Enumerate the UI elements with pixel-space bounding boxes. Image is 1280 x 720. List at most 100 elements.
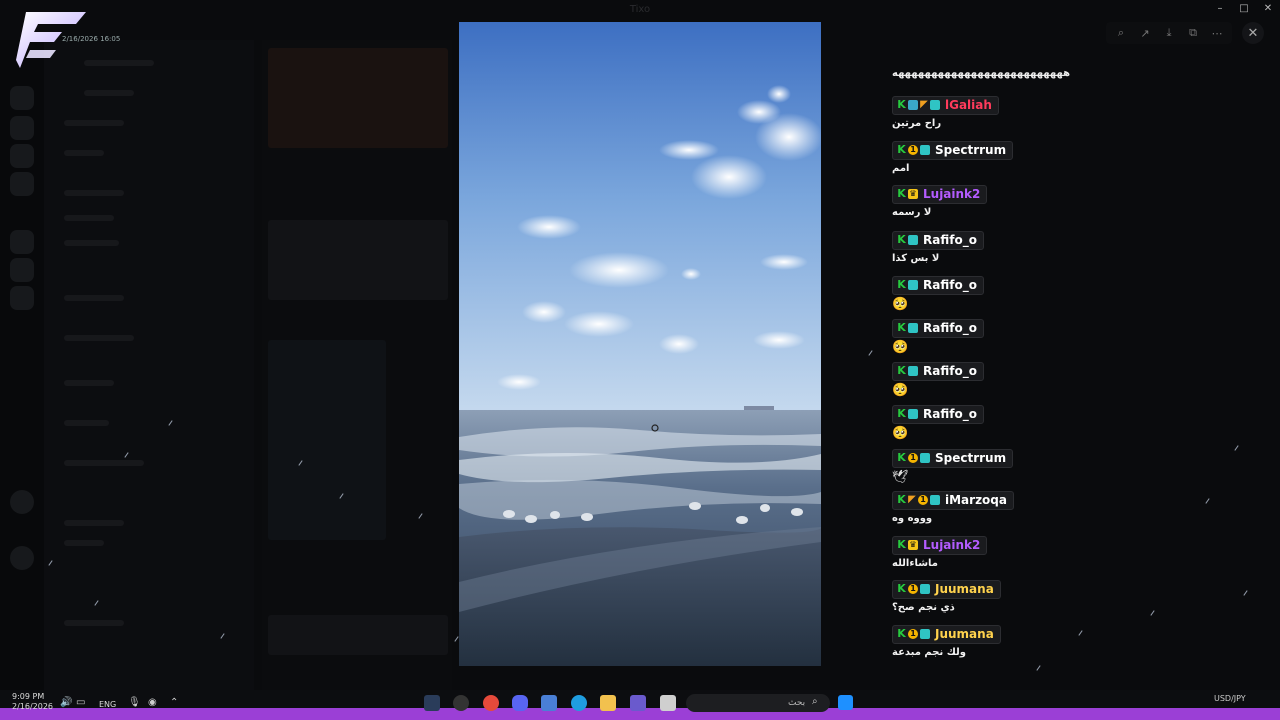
- steam-icon[interactable]: [424, 695, 440, 711]
- shield-icon[interactable]: ◉: [148, 697, 157, 708]
- mod-badge-icon: K: [897, 143, 906, 156]
- chat-username[interactable]: Rafifo_o: [923, 233, 977, 247]
- microphone-icon[interactable]: 🎙: [128, 697, 141, 708]
- chat-username[interactable]: Rafifo_o: [923, 321, 977, 335]
- window-close-icon[interactable]: ✕: [1256, 2, 1280, 16]
- server-icon[interactable]: [10, 86, 34, 110]
- chat-message: K ◤ lGaliah راح مرتين: [892, 93, 999, 132]
- sub-badge-icon: [920, 584, 930, 594]
- more-icon[interactable]: ⋯: [1206, 22, 1228, 44]
- coin-badge-icon: 1: [908, 584, 918, 594]
- chat-user-tag[interactable]: K Rafifo_o: [892, 275, 984, 295]
- chat-user-tag[interactable]: K 1 Spectrrum: [892, 448, 1014, 468]
- chevron-up-icon[interactable]: ⌃: [170, 697, 178, 708]
- chat-username[interactable]: Juumana: [935, 582, 994, 596]
- chat-message: K Rafifo_o 🥺: [892, 359, 984, 398]
- clock-time: 9:09 PM: [12, 692, 45, 701]
- sub-badge-icon: [920, 629, 930, 639]
- chat-username[interactable]: Spectrrum: [935, 143, 1006, 157]
- chat-user-tag[interactable]: K Rafifo_o: [892, 361, 984, 381]
- server-icon[interactable]: [10, 546, 34, 570]
- chat-user-tag[interactable]: K ◤ 1 iMarzoqa: [892, 490, 1014, 510]
- chat-username[interactable]: Lujaink2: [923, 187, 980, 201]
- chat-message: K Rafifo_o لا بس كذا: [892, 228, 984, 267]
- chat-message-text: ولك نجم مبدعة: [892, 646, 966, 658]
- taskbar-clock[interactable]: 9:09 PM 2/16/2026: [12, 692, 53, 712]
- chat-user-tag[interactable]: K 1 Spectrrum: [892, 140, 1014, 160]
- server-icon[interactable]: [10, 144, 34, 168]
- chat-message: K 1 Spectrrum 🕊: [892, 446, 1014, 485]
- notepad-icon[interactable]: [660, 695, 676, 711]
- search-placeholder: بحث: [788, 698, 806, 708]
- server-icon[interactable]: [10, 230, 34, 254]
- clock-date: 2/16/2026: [12, 702, 54, 711]
- coin-badge-icon: 1: [918, 495, 928, 505]
- chat-username[interactable]: Rafifo_o: [923, 364, 977, 378]
- network-icon[interactable]: ▭: [76, 697, 85, 708]
- sub-badge-icon: [930, 100, 940, 110]
- chat-username[interactable]: iMarzoqa: [945, 493, 1007, 507]
- volume-icon[interactable]: 🔊: [60, 697, 72, 708]
- server-icon[interactable]: [10, 116, 34, 140]
- discord-icon[interactable]: [512, 695, 528, 711]
- chat-username[interactable]: Rafifo_o: [923, 407, 977, 421]
- taskbar-search[interactable]: [686, 694, 830, 712]
- flag-badge-icon: ◤: [908, 494, 916, 505]
- chat-user-tag[interactable]: K Rafifo_o: [892, 404, 984, 424]
- chat-username[interactable]: Spectrrum: [935, 451, 1006, 465]
- server-icon[interactable]: [10, 258, 34, 282]
- mod-badge-icon: K: [897, 233, 906, 246]
- chat-username[interactable]: lGaliah: [945, 98, 992, 112]
- chat-user-tag[interactable]: K ◤ lGaliah: [892, 95, 999, 115]
- server-icon[interactable]: [10, 286, 34, 310]
- currency-widget[interactable]: USD/JPY: [1214, 694, 1246, 703]
- mod-badge-icon: K: [897, 407, 906, 420]
- chat-message-text: وووه وه: [892, 512, 933, 524]
- flag-badge-icon: ◤: [920, 99, 928, 110]
- server-rail: [0, 40, 44, 690]
- chat-user-tag[interactable]: K Rafifo_o: [892, 230, 984, 250]
- maximize-icon[interactable]: □: [1232, 2, 1256, 16]
- gift-badge-icon: [908, 100, 918, 110]
- server-icon[interactable]: [10, 172, 34, 196]
- close-icon[interactable]: ✕: [1242, 22, 1264, 44]
- coin-badge-icon: 1: [908, 629, 918, 639]
- obs-icon[interactable]: [453, 695, 469, 711]
- channel-list: [44, 40, 254, 690]
- edge-icon[interactable]: [571, 695, 587, 711]
- mod-badge-icon: K: [897, 321, 906, 334]
- search-icon: ⌕: [812, 696, 818, 707]
- chat-message-text: لا رسمه: [892, 206, 932, 218]
- chat-user-tag[interactable]: K ♛ Lujaink2: [892, 535, 988, 555]
- sub-badge-icon: [908, 409, 918, 419]
- app-icon[interactable]: [630, 695, 646, 711]
- chat-user-tag[interactable]: K 1 Juumana: [892, 579, 1001, 599]
- chat-message-text: ماشاءالله: [892, 557, 938, 569]
- minimize-icon[interactable]: –: [1208, 2, 1232, 16]
- open-external-icon[interactable]: ⧉: [1182, 22, 1204, 44]
- chat-username[interactable]: Lujaink2: [923, 538, 980, 552]
- windows-start-icon[interactable]: [838, 695, 853, 710]
- download-icon[interactable]: ⤓: [1158, 22, 1180, 44]
- sub-badge-icon: [920, 145, 930, 155]
- chat-message: K 1 Spectrrum امم: [892, 138, 1014, 177]
- chat-message: K ◤ 1 iMarzoqa وووه وه: [892, 488, 1014, 527]
- zoom-icon[interactable]: ⌕: [1110, 22, 1132, 44]
- chrome-icon[interactable]: [483, 695, 499, 711]
- mod-badge-icon: K: [897, 538, 906, 551]
- server-icon[interactable]: [10, 490, 34, 514]
- chat-username[interactable]: Juumana: [935, 627, 994, 641]
- chat-emoji: 🥺: [892, 339, 909, 355]
- file-explorer-icon[interactable]: [600, 695, 616, 711]
- share-icon[interactable]: ↗: [1134, 22, 1156, 44]
- chat-message-text: امم: [892, 162, 910, 174]
- sub-badge-icon: [930, 495, 940, 505]
- chat-user-tag[interactable]: K 1 Juumana: [892, 624, 1001, 644]
- language-indicator[interactable]: ENG: [99, 700, 116, 709]
- chat-username[interactable]: Rafifo_o: [923, 278, 977, 292]
- chat-user-tag[interactable]: K ♛ Lujaink2: [892, 184, 988, 204]
- store-icon[interactable]: [541, 695, 557, 711]
- mod-badge-icon: K: [897, 582, 906, 595]
- chat-user-tag[interactable]: K Rafifo_o: [892, 318, 984, 338]
- mod-badge-icon: K: [897, 627, 906, 640]
